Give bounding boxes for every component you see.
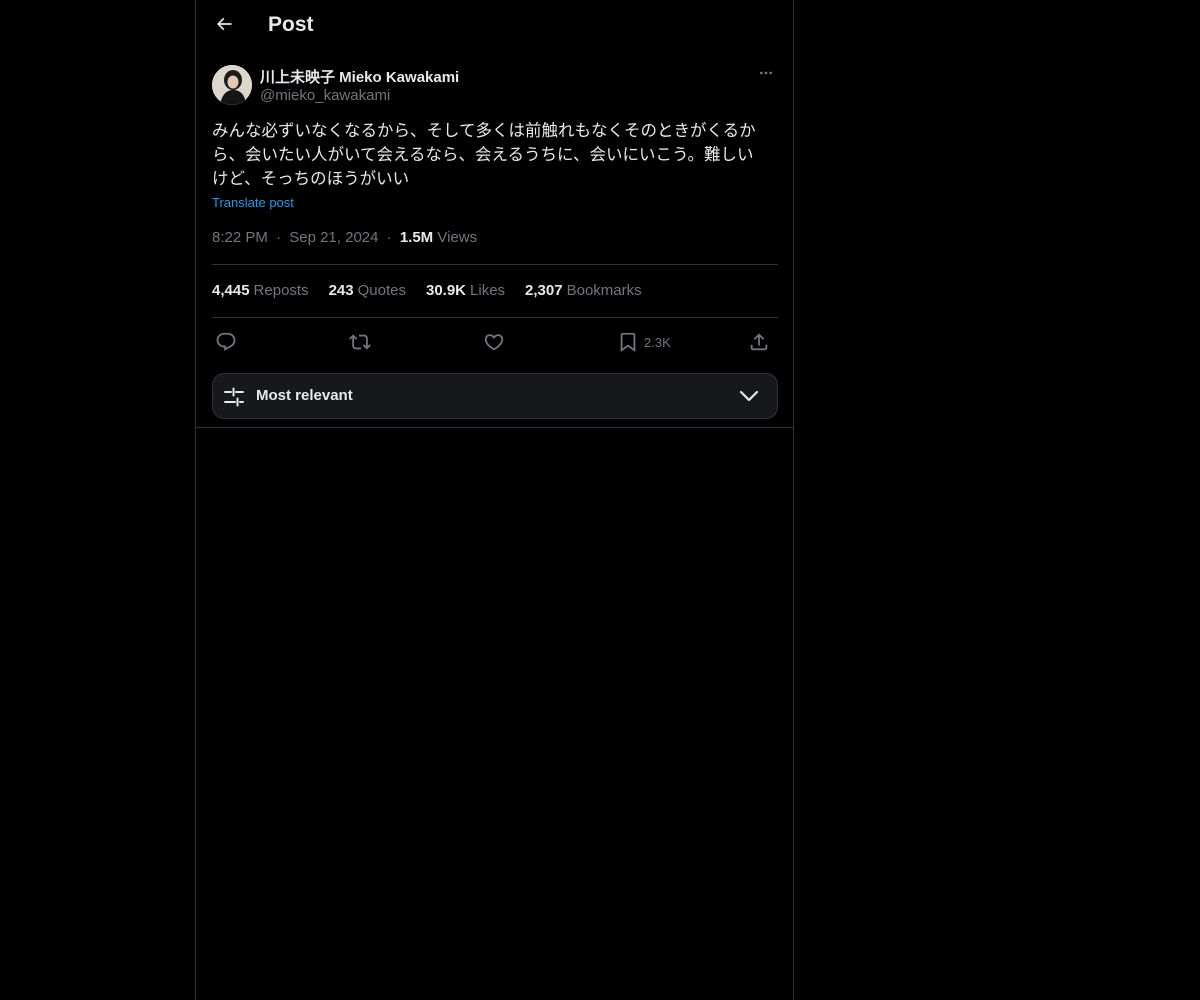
repost-button[interactable] [349,326,371,358]
replies-sort-dropdown[interactable]: Most relevant [212,373,778,419]
post-author: 川上未映子 Mieko Kawakami @mieko_kawakami [212,64,777,108]
post-text-line: けど、そっちのほうがいい [212,169,410,188]
bookmark-count: 2.3K [644,334,671,350]
reposts-count: 4,445 [212,282,250,299]
likes-label: Likes [470,282,506,299]
reply-icon [215,331,237,353]
main-column: Post 川上未映子 Mieko Kawakami @mieko_kawakam… [195,0,794,1000]
page-title: Post [268,13,314,36]
arrow-left-icon [214,14,234,39]
repost-icon [349,331,371,353]
share-icon [748,331,770,353]
post-metadata: 8:22 PM · Sep 21, 2024 · 1.5M Views [212,229,477,246]
engagement-stats: 4,445 Reposts 243 Quotes 30.9K Likes 2,307 B… [212,282,642,299]
more-options-button[interactable] [755,64,777,86]
bookmark-icon [617,331,639,353]
more-dots-icon [758,65,774,86]
action-bar: 2.3K [212,326,778,358]
author-display-name[interactable]: 川上未映子 Mieko Kawakami [260,66,459,87]
bookmark-button[interactable]: 2.3K [617,326,671,358]
post-date[interactable]: Sep 21, 2024 [289,229,378,246]
bookmarks-label: Bookmarks [566,282,642,299]
meta-separator: · [276,229,282,246]
author-handle[interactable]: @mieko_kawakami [260,87,390,104]
divider [212,317,778,318]
post-text: みんな必ずいなくなるから、そして多くは前触れもなくそのときがくるか ら、会いたい… [212,119,780,191]
share-button[interactable] [748,326,770,358]
divider [212,264,778,265]
meta-separator: · [386,229,392,246]
top-bar: Post [196,0,793,53]
like-button[interactable] [483,326,505,358]
quotes-count: 243 [328,282,354,299]
reposts-stat[interactable]: 4,445 Reposts [212,282,309,299]
avatar[interactable] [212,65,252,105]
likes-stat[interactable]: 30.9K Likes [426,282,505,299]
views-count: 1.5M [399,229,434,246]
reply-button[interactable] [215,326,237,358]
post-text-line: みんな必ずいなくなるから、そして多くは前触れもなくそのときがくるか [212,121,756,140]
like-icon [483,331,505,353]
post-time[interactable]: 8:22 PM [212,229,268,246]
views-label: Views [437,229,478,246]
quotes-stat[interactable]: 243 Quotes [329,282,406,299]
sliders-icon [223,386,245,413]
back-button[interactable] [208,10,240,42]
translate-post-link[interactable]: Translate post [212,195,294,210]
bookmarks-count: 2,307 [525,282,563,299]
reposts-label: Reposts [253,282,309,299]
quotes-label: Quotes [357,282,406,299]
bookmarks-stat[interactable]: 2,307 Bookmarks [525,282,642,299]
post-text-line: ら、会いたい人がいて会えるなら、会えるうちに、会いにいこう。難しい [212,145,754,164]
sort-label: Most relevant [256,387,353,404]
chevron-down-icon [739,388,759,409]
likes-count: 30.9K [425,282,467,299]
section-divider [196,427,793,428]
